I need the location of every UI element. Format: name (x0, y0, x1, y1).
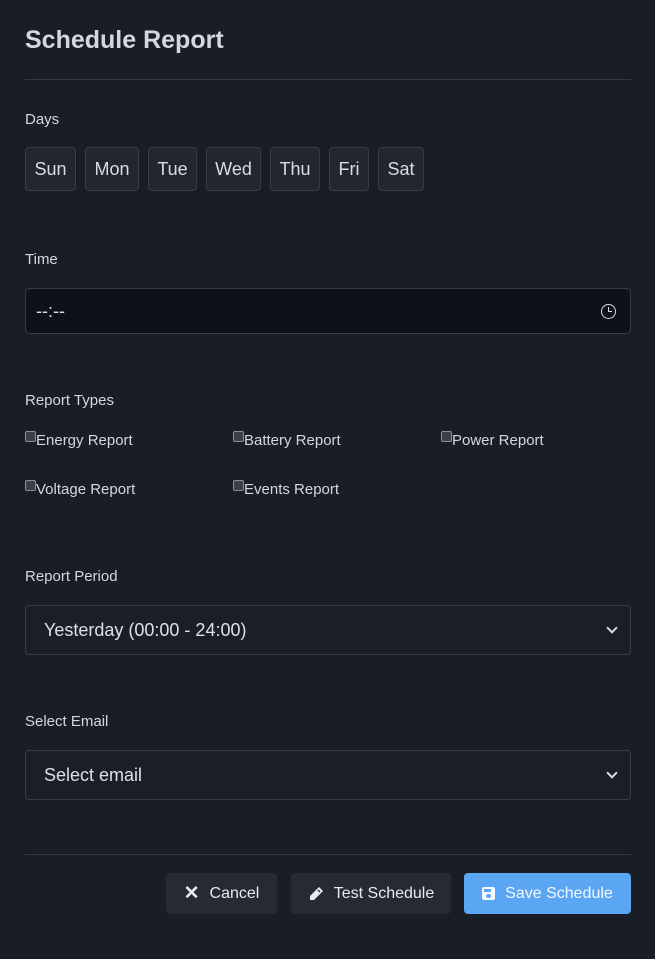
checkbox-events-report[interactable]: Events Report (233, 480, 340, 498)
time-input[interactable]: --:-- (25, 288, 631, 334)
clock-icon[interactable] (601, 303, 616, 319)
time-value: --:-- (36, 300, 65, 321)
test-schedule-button[interactable]: Test Schedule (291, 873, 451, 914)
cancel-label: Cancel (209, 884, 260, 902)
save-schedule-button[interactable]: Save Schedule (464, 873, 631, 914)
email-value: Select email (44, 764, 143, 785)
report-period-select[interactable]: Yesterday (00:00 - 24:00) (25, 605, 631, 655)
report-period-label: Report Period (25, 568, 118, 585)
report-types-label: Report Types (25, 392, 114, 409)
day-button-sat[interactable]: Sat (378, 147, 424, 191)
chevron-down-icon (606, 767, 618, 779)
checkbox-label: Battery Report (244, 432, 341, 449)
save-icon (482, 887, 496, 900)
checkbox-battery-report[interactable]: Battery Report (233, 431, 341, 449)
checkbox-box[interactable] (233, 431, 244, 442)
email-select[interactable]: Select email (25, 750, 631, 800)
checkbox-label: Power Report (452, 432, 544, 449)
checkbox-label: Events Report (244, 481, 340, 498)
day-button-tue[interactable]: Tue (148, 147, 197, 191)
cancel-button[interactable]: ✕ Cancel (166, 873, 277, 914)
checkbox-power-report[interactable]: Power Report (441, 431, 544, 449)
footer-divider (25, 854, 631, 855)
test-schedule-label: Test Schedule (333, 884, 435, 902)
header-divider (25, 79, 631, 80)
email-label: Select Email (25, 713, 109, 730)
day-button-fri[interactable]: Fri (329, 147, 369, 191)
checkbox-label: Energy Report (36, 432, 133, 449)
pen-icon (308, 886, 324, 902)
day-button-thu[interactable]: Thu (270, 147, 320, 191)
checkbox-box[interactable] (25, 480, 36, 491)
days-selector: Sun Mon Tue Wed Thu Fri Sat (25, 147, 424, 191)
days-label: Days (25, 111, 60, 128)
chevron-down-icon (606, 622, 618, 634)
checkbox-box[interactable] (441, 431, 452, 442)
checkbox-label: Voltage Report (36, 481, 136, 498)
time-label: Time (25, 251, 58, 268)
checkbox-voltage-report[interactable]: Voltage Report (25, 480, 136, 498)
close-icon: ✕ (183, 883, 200, 904)
report-period-value: Yesterday (00:00 - 24:00) (44, 619, 247, 640)
save-schedule-label: Save Schedule (505, 884, 613, 902)
day-button-sun[interactable]: Sun (25, 147, 76, 191)
day-button-wed[interactable]: Wed (206, 147, 261, 191)
checkbox-box[interactable] (233, 480, 244, 491)
day-button-mon[interactable]: Mon (85, 147, 139, 191)
checkbox-box[interactable] (25, 431, 36, 442)
dialog-title: Schedule Report (25, 26, 224, 54)
checkbox-energy-report[interactable]: Energy Report (25, 431, 133, 449)
